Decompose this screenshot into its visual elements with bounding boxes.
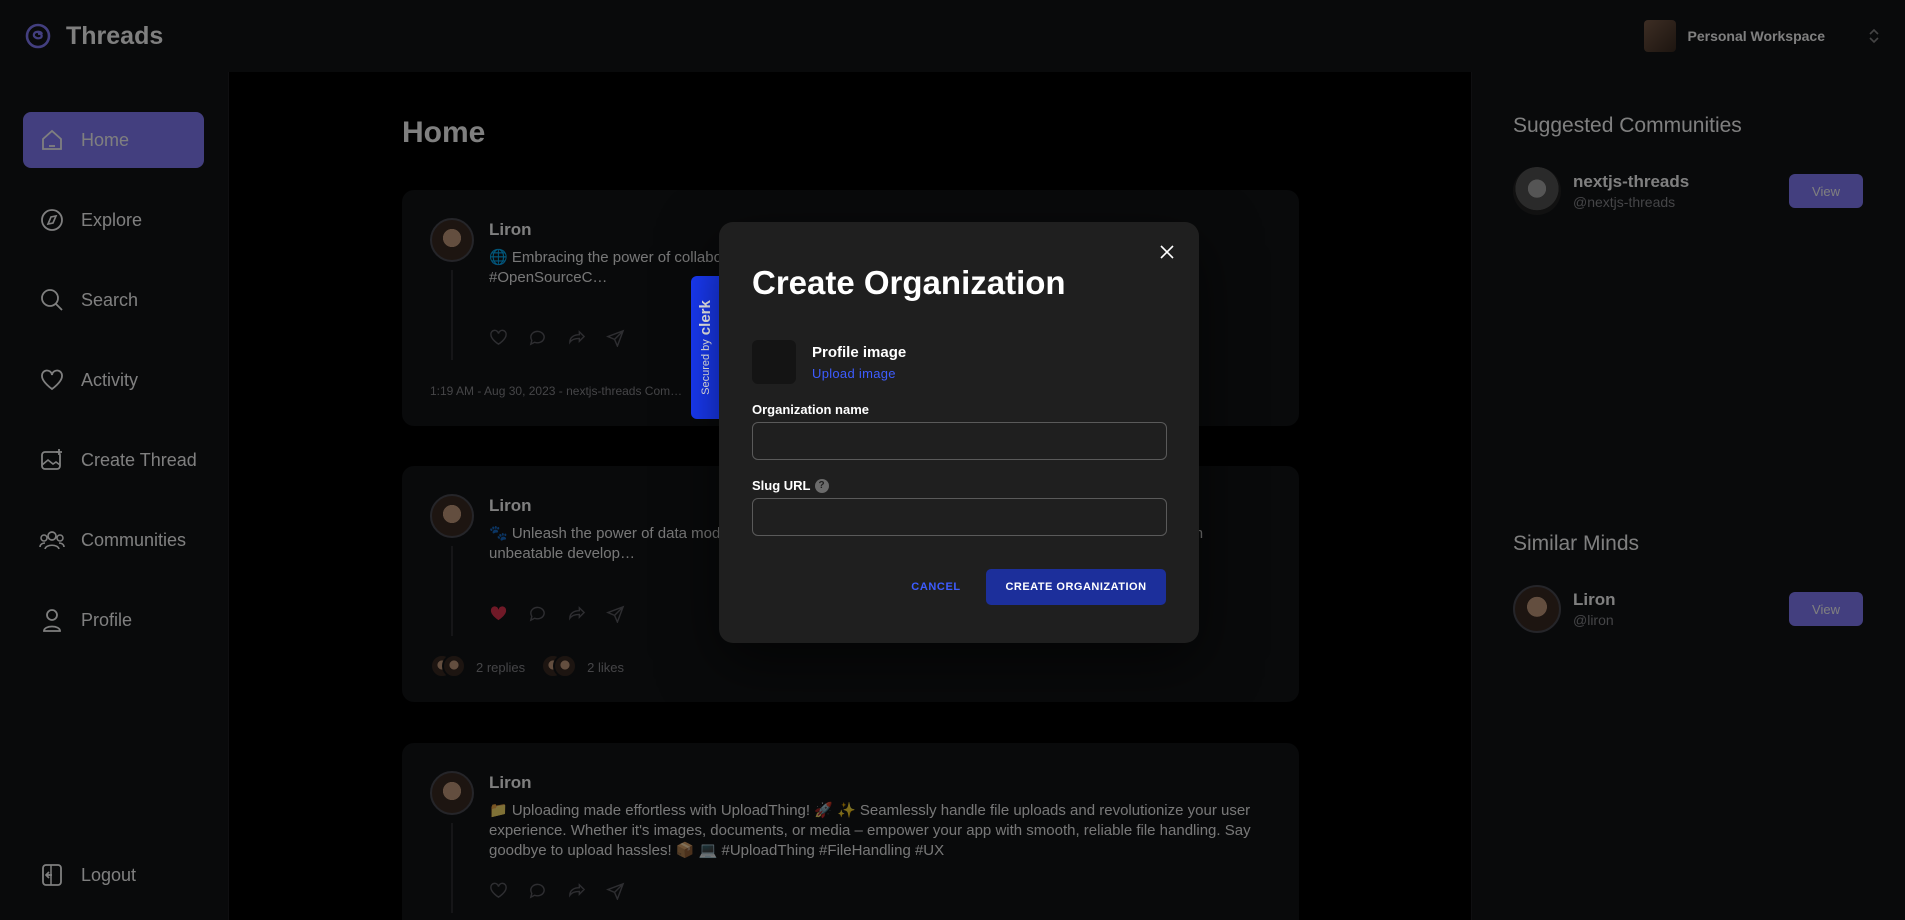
- cancel-button[interactable]: CANCEL: [906, 570, 966, 604]
- profile-image-placeholder[interactable]: [752, 340, 796, 384]
- create-organization-modal: Create Organization Profile image Upload…: [719, 222, 1199, 643]
- clerk-badge-brand: clerk: [696, 300, 714, 336]
- slug-url-label-text: Slug URL: [752, 478, 811, 493]
- clerk-badge-prefix: Secured by: [699, 339, 712, 395]
- organization-name-label-text: Organization name: [752, 402, 870, 417]
- create-organization-button[interactable]: CREATE ORGANIZATION: [986, 569, 1166, 605]
- close-icon[interactable]: [1157, 242, 1177, 262]
- app-root: Threads Personal Workspace Home Explore …: [0, 0, 1905, 920]
- profile-image-label: Profile image: [812, 344, 907, 361]
- help-icon[interactable]: ?: [814, 478, 829, 493]
- organization-name-label: Organization name: [752, 402, 869, 417]
- upload-image-link[interactable]: Upload image: [812, 366, 896, 381]
- slug-url-label: Slug URL ?: [752, 478, 829, 493]
- slug-url-input[interactable]: [752, 498, 1167, 536]
- clerk-badge[interactable]: Secured by clerk: [691, 276, 719, 419]
- modal-title: Create Organization: [752, 264, 1066, 301]
- organization-name-input[interactable]: [752, 422, 1167, 460]
